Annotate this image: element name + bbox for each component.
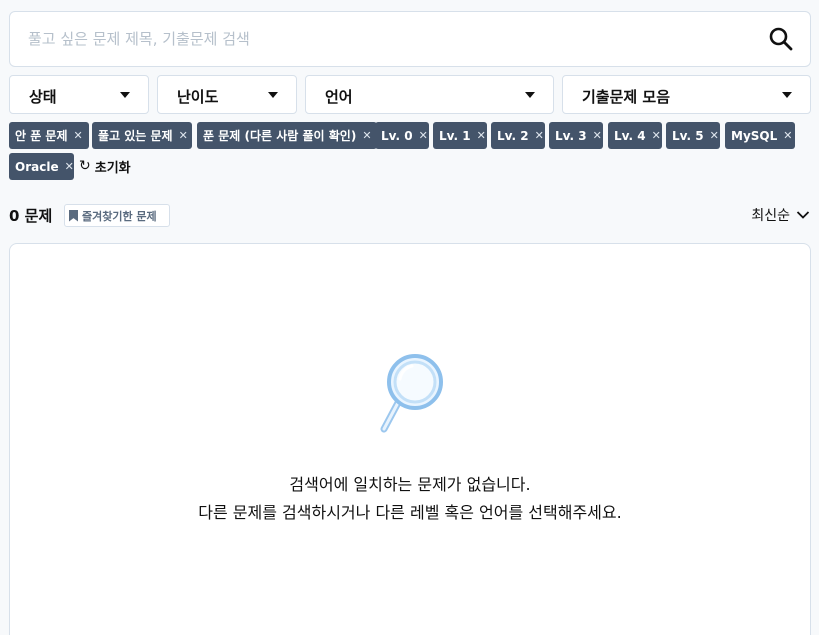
close-icon[interactable]: ✕ xyxy=(74,129,83,142)
close-icon[interactable]: ✕ xyxy=(783,129,792,142)
close-icon[interactable]: ✕ xyxy=(535,129,544,142)
empty-message-line2: 다른 문제를 검색하시거나 다른 레벨 혹은 언어를 선택해주세요. xyxy=(198,503,622,522)
tag-label: 푼 문제 (다른 사람 풀이 확인) xyxy=(203,129,357,143)
filter-tag[interactable]: Lv. 1 ✕ xyxy=(433,122,487,149)
filter-tag[interactable]: MySQL ✕ xyxy=(725,122,795,149)
search-button[interactable] xyxy=(768,26,794,52)
refresh-icon: ↻ xyxy=(79,158,91,174)
filter-language-dropdown[interactable]: 언어 xyxy=(305,75,554,114)
close-icon[interactable]: ✕ xyxy=(65,160,74,173)
tag-label: 풀고 있는 문제 xyxy=(98,129,173,143)
filter-bar: 상태 난이도 언어 기출문제 모음 xyxy=(0,75,819,114)
filter-past-exams-dropdown[interactable]: 기출문제 모음 xyxy=(562,75,811,114)
reset-filters-button[interactable]: ↻ 초기화 xyxy=(79,157,131,176)
tag-label: Oracle xyxy=(15,159,59,174)
close-icon[interactable]: ✕ xyxy=(179,129,188,142)
search-bar xyxy=(9,11,811,67)
filter-tag[interactable]: Oracle ✕ xyxy=(9,153,74,180)
tag-label: 안 푼 문제 xyxy=(15,129,68,143)
filter-label: 상태 xyxy=(29,88,57,106)
reset-label: 초기화 xyxy=(94,160,131,176)
problem-count: 0 문제 xyxy=(9,207,53,225)
filter-tag[interactable]: Lv. 4 ✕ xyxy=(608,122,662,149)
tag-label: Lv. 5 xyxy=(672,128,704,143)
bookmarked-problems-button[interactable]: 즐겨찾기한 문제 xyxy=(64,204,170,227)
close-icon[interactable]: ✕ xyxy=(477,129,486,142)
close-icon[interactable]: ✕ xyxy=(419,129,428,142)
search-icon xyxy=(769,27,793,51)
tag-label: Lv. 3 xyxy=(555,128,587,143)
close-icon[interactable]: ✕ xyxy=(710,129,719,142)
filter-tag[interactable]: 풀고 있는 문제 ✕ xyxy=(92,122,192,149)
tag-label: Lv. 1 xyxy=(439,128,471,143)
empty-message-line1: 검색어에 일치하는 문제가 없습니다. xyxy=(289,475,531,494)
filter-label: 난이도 xyxy=(177,88,219,106)
tag-label: Lv. 0 xyxy=(381,128,413,143)
filter-label: 언어 xyxy=(325,88,353,106)
caret-down-icon xyxy=(120,92,130,98)
filter-tag[interactable]: 푼 문제 (다른 사람 풀이 확인) ✕ xyxy=(197,122,377,149)
filter-difficulty-dropdown[interactable]: 난이도 xyxy=(157,75,297,114)
filter-tag[interactable]: Lv. 2 ✕ xyxy=(491,122,545,149)
filter-tag[interactable]: Lv. 5 ✕ xyxy=(666,122,720,149)
sort-label: 최신순 xyxy=(751,208,790,224)
tag-label: Lv. 2 xyxy=(497,128,529,143)
results-panel: 검색어에 일치하는 문제가 없습니다. 다른 문제를 검색하시거나 다른 레벨 … xyxy=(9,243,811,635)
chevron-down-icon xyxy=(796,211,810,219)
bookmark-icon xyxy=(69,209,78,222)
close-icon[interactable]: ✕ xyxy=(593,129,602,142)
filter-status-dropdown[interactable]: 상태 xyxy=(9,75,149,114)
bookmark-label: 즐겨찾기한 문제 xyxy=(82,209,157,223)
close-icon[interactable]: ✕ xyxy=(652,129,661,142)
tag-label: Lv. 4 xyxy=(614,128,646,143)
tag-label: MySQL xyxy=(731,128,778,143)
filter-tag[interactable]: Lv. 3 ✕ xyxy=(549,122,603,149)
caret-down-icon xyxy=(525,92,535,98)
caret-down-icon xyxy=(268,92,278,98)
close-icon[interactable]: ✕ xyxy=(362,129,371,142)
search-input[interactable] xyxy=(28,12,728,66)
sort-dropdown[interactable]: 최신순 xyxy=(751,205,810,225)
caret-down-icon xyxy=(782,92,792,98)
magnifier-icon xyxy=(380,354,443,433)
filter-tag[interactable]: 안 푼 문제 ✕ xyxy=(9,122,89,149)
filter-label: 기출문제 모음 xyxy=(582,88,671,106)
filter-tag[interactable]: Lv. 0 ✕ xyxy=(375,122,429,149)
